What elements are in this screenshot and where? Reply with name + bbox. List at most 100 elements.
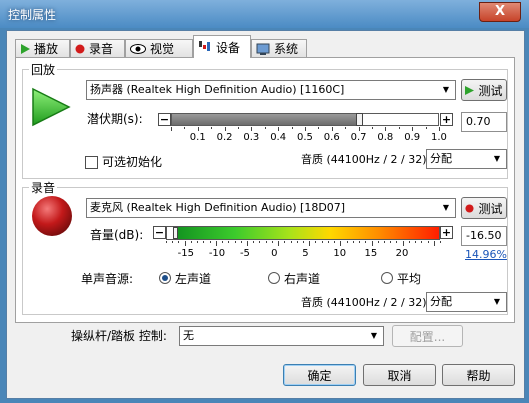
volume-increase-button[interactable]: + bbox=[440, 226, 453, 239]
mono-left-label: 左声道 bbox=[175, 272, 212, 286]
volume-tick-labels: -15 -10 -5 0 5 10 15 20 bbox=[166, 248, 440, 260]
volume-ticks bbox=[166, 241, 441, 247]
latency-tick bbox=[398, 127, 400, 129]
playback-device-select[interactable]: 扬声器 (Realtek High Definition Audio) [116… bbox=[86, 80, 456, 100]
latency-tick bbox=[412, 127, 414, 131]
optional-init-label: 可选初始化 bbox=[102, 155, 163, 169]
latency-tick bbox=[278, 127, 280, 131]
latency-slider-empty bbox=[360, 114, 438, 125]
dialog-window: 控制属性 X 播放 录音 视觉 设备 系统 回放 扬声器 (Realtek Hi… bbox=[0, 0, 529, 403]
tab-device[interactable]: 设备 bbox=[193, 35, 251, 58]
configure-button[interactable]: 配置... bbox=[392, 325, 463, 347]
latency-slider-track[interactable] bbox=[171, 113, 439, 126]
chevron-down-icon: ▼ bbox=[370, 331, 378, 340]
volume-label: 音量(dB): bbox=[90, 228, 144, 242]
playback-quality-select[interactable]: 分配 ▼ bbox=[426, 149, 507, 169]
volume-tick-label: 20 bbox=[395, 248, 409, 259]
tab-record-label: 录音 bbox=[89, 42, 114, 56]
volume-tick-label: 15 bbox=[364, 248, 378, 259]
mono-right-radio[interactable] bbox=[268, 272, 280, 284]
volume-tick bbox=[371, 241, 373, 246]
recording-test-button[interactable]: 测试 bbox=[461, 197, 507, 219]
latency-tick bbox=[425, 127, 427, 129]
latency-tick-label: 0.7 bbox=[350, 132, 367, 143]
volume-tick bbox=[390, 241, 392, 243]
playback-quality-value: 分配 bbox=[430, 152, 452, 165]
device-tab-panel: 回放 扬声器 (Realtek High Definition Audio) [… bbox=[15, 57, 515, 323]
chevron-down-icon: ▼ bbox=[493, 297, 501, 306]
tab-visual[interactable]: 视觉 bbox=[125, 39, 193, 57]
recording-group: 录音 麦克风 (Realtek High Definition Audio) [… bbox=[22, 179, 508, 315]
volume-tick bbox=[340, 241, 342, 246]
latency-decrease-button[interactable]: − bbox=[158, 113, 171, 126]
volume-slider-thumb[interactable] bbox=[173, 227, 178, 239]
tab-playback[interactable]: 播放 bbox=[15, 39, 70, 57]
help-button[interactable]: 帮助 bbox=[442, 364, 515, 386]
volume-tick bbox=[346, 241, 348, 243]
play-icon bbox=[21, 43, 30, 54]
volume-tick bbox=[296, 241, 298, 243]
play-large-icon bbox=[32, 87, 71, 127]
record-large-icon bbox=[32, 196, 72, 236]
volume-tick bbox=[303, 241, 304, 243]
latency-tick bbox=[372, 127, 373, 129]
latency-increase-button[interactable]: + bbox=[440, 113, 453, 126]
volume-tick bbox=[172, 241, 174, 243]
joystick-label: 操纵杆/踏板 控制: bbox=[71, 329, 167, 343]
recording-quality-select[interactable]: 分配 ▼ bbox=[426, 292, 507, 312]
record-icon bbox=[465, 203, 475, 213]
latency-slider-thumb[interactable] bbox=[356, 113, 363, 126]
close-button[interactable]: X bbox=[479, 2, 521, 22]
title-bar[interactable]: 控制属性 X bbox=[0, 0, 529, 28]
cancel-button[interactable]: 取消 bbox=[363, 364, 436, 386]
tab-playback-label: 播放 bbox=[34, 42, 59, 56]
latency-tick-label: 0.1 bbox=[189, 132, 206, 143]
volume-tick bbox=[197, 241, 199, 243]
volume-tick bbox=[309, 241, 311, 246]
mono-left-radio[interactable] bbox=[159, 272, 171, 284]
latency-value-field[interactable]: 0.70 bbox=[461, 112, 507, 132]
volume-tick bbox=[203, 241, 205, 243]
latency-tick bbox=[211, 127, 213, 129]
recording-test-label: 测试 bbox=[478, 201, 503, 216]
latency-tick bbox=[318, 127, 320, 129]
ok-button[interactable]: 确定 bbox=[283, 364, 356, 386]
volume-tick bbox=[265, 241, 267, 243]
recording-device-value: 麦克风 (Realtek High Definition Audio) [18D… bbox=[90, 201, 346, 214]
volume-decrease-button[interactable]: − bbox=[153, 226, 166, 239]
recording-device-select[interactable]: 麦克风 (Realtek High Definition Audio) [18D… bbox=[86, 198, 456, 218]
volume-tick bbox=[234, 241, 236, 243]
eye-icon bbox=[130, 43, 146, 54]
tab-system-label: 系统 bbox=[274, 42, 299, 56]
mono-average-radio[interactable] bbox=[381, 272, 393, 284]
volume-percent-link[interactable]: 14.96% bbox=[465, 248, 507, 261]
volume-tick bbox=[166, 241, 167, 243]
chevron-down-icon: ▼ bbox=[493, 154, 501, 163]
joystick-value: 无 bbox=[183, 329, 194, 342]
latency-tick bbox=[251, 127, 253, 131]
system-icon bbox=[256, 43, 270, 55]
volume-tick bbox=[246, 241, 248, 246]
optional-init-checkbox[interactable] bbox=[85, 156, 98, 169]
latency-tick-label: 0.2 bbox=[216, 132, 233, 143]
volume-value-field[interactable]: -16.50 bbox=[461, 226, 507, 246]
playback-test-button[interactable]: 测试 bbox=[461, 79, 507, 101]
device-icon bbox=[199, 41, 210, 51]
playback-device-value: 扬声器 (Realtek High Definition Audio) [116… bbox=[90, 83, 345, 96]
latency-tick bbox=[345, 127, 347, 129]
volume-tick-label: 10 bbox=[333, 248, 347, 259]
tab-record[interactable]: 录音 bbox=[70, 39, 125, 57]
latency-tick bbox=[305, 127, 306, 131]
joystick-select[interactable]: 无 ▼ bbox=[179, 326, 384, 346]
latency-tick bbox=[291, 127, 293, 129]
record-icon bbox=[75, 44, 85, 53]
recording-quality-label: 音质 (44100Hz / 2 / 32): bbox=[301, 296, 431, 309]
volume-tick bbox=[190, 241, 192, 243]
volume-tick-label: -10 bbox=[208, 248, 226, 259]
tab-system[interactable]: 系统 bbox=[251, 39, 307, 57]
volume-tick bbox=[327, 241, 329, 243]
latency-tick-label: 0.6 bbox=[323, 132, 340, 143]
volume-meter[interactable] bbox=[166, 226, 440, 240]
latency-tick bbox=[385, 127, 387, 131]
mono-average-label: 平均 bbox=[397, 272, 422, 286]
